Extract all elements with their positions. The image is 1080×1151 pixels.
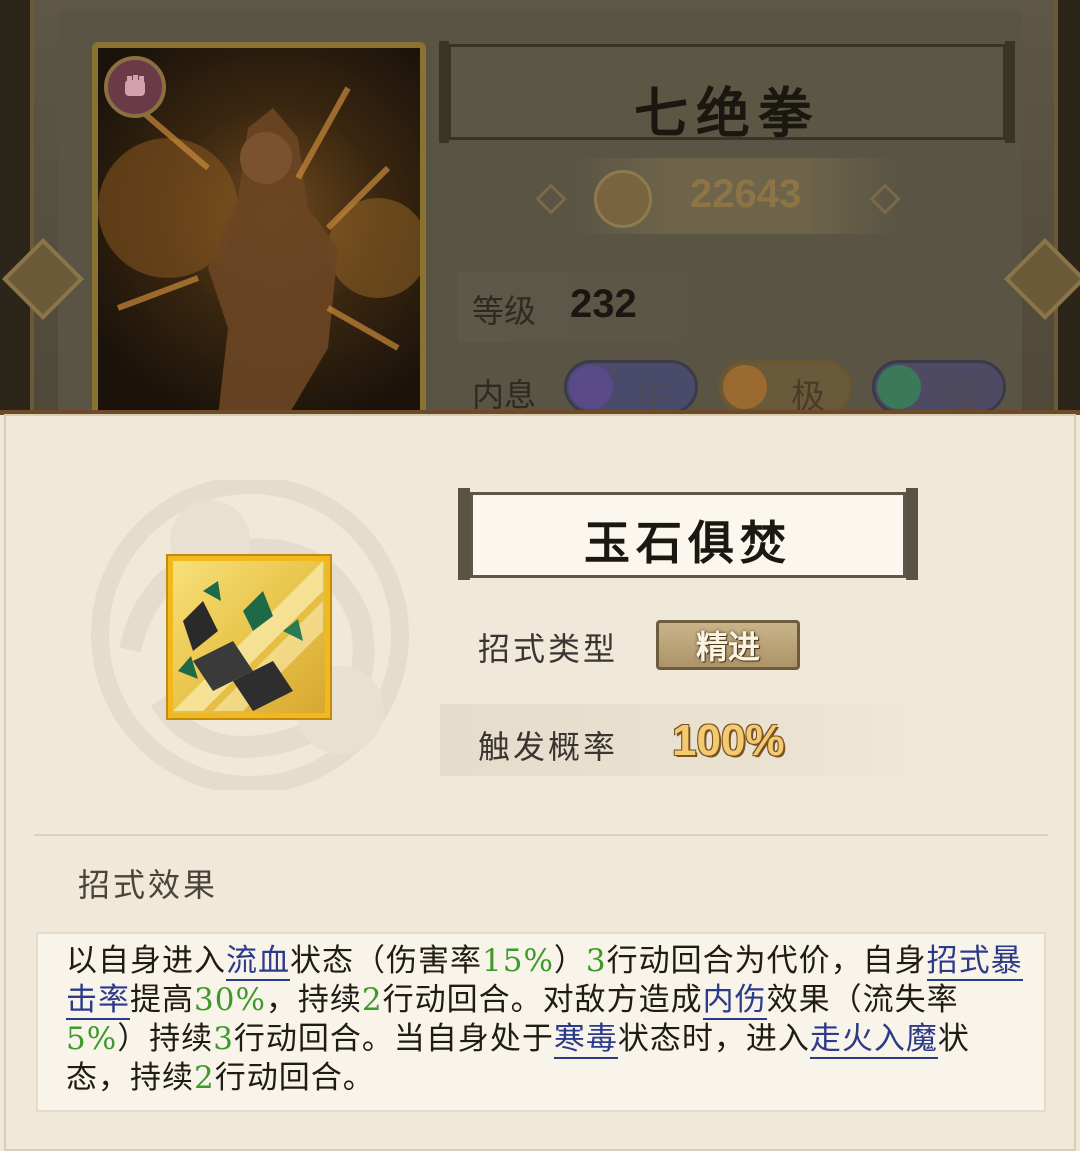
probability-value: 100% bbox=[672, 716, 785, 765]
title-bracket-right bbox=[906, 488, 918, 580]
effect-number: 2 bbox=[194, 1060, 215, 1096]
inner-pill-1[interactable]: 中 bbox=[564, 360, 698, 417]
probability-label: 触发概率 bbox=[478, 728, 619, 766]
ornament-icon bbox=[535, 183, 567, 215]
inner-pill-3[interactable]: 强 bbox=[872, 360, 1006, 417]
title-bracket-left bbox=[458, 488, 470, 580]
effect-number: 30% bbox=[194, 982, 266, 1018]
sword-emblem-icon bbox=[594, 170, 652, 228]
keyword-link-internal-injury[interactable]: 内伤 bbox=[702, 982, 767, 1020]
effect-text: 行动回合。 bbox=[214, 1060, 375, 1096]
type-label: 招式类型 bbox=[478, 630, 619, 668]
skill-icon bbox=[166, 554, 332, 720]
effect-text: 效果（流失率 bbox=[766, 982, 959, 1018]
section-divider bbox=[34, 834, 1048, 836]
level-label: 等级 bbox=[472, 292, 537, 330]
effect-number: 5% bbox=[66, 1021, 118, 1057]
effect-text: ） bbox=[553, 943, 586, 979]
moon-icon bbox=[569, 365, 613, 409]
effect-text: 以自身进入 bbox=[66, 943, 226, 979]
effect-number: 3 bbox=[585, 943, 607, 979]
effect-section-label: 招式效果 bbox=[78, 866, 219, 904]
effect-text: 状态（伤害率 bbox=[290, 943, 482, 979]
effect-text: 行动回合。当自身处于 bbox=[233, 1021, 554, 1057]
hero-name: 七绝拳 bbox=[634, 81, 820, 145]
effect-number: 15% bbox=[482, 943, 554, 979]
power-value: 22643 bbox=[690, 172, 802, 216]
effect-text: 状态时，进入 bbox=[617, 1021, 810, 1057]
fist-icon bbox=[104, 56, 166, 118]
sun-icon bbox=[723, 365, 767, 409]
type-badge: 精进 bbox=[656, 620, 800, 670]
effect-text: 提高 bbox=[130, 982, 194, 1018]
keyword-link-qi-deviation[interactable]: 走火入魔 bbox=[809, 1021, 938, 1059]
effect-text: ，持续 bbox=[265, 982, 362, 1018]
keyword-link-cold-poison[interactable]: 寒毒 bbox=[553, 1021, 618, 1059]
skill-title: 玉石俱焚 bbox=[584, 516, 792, 570]
ring-icon bbox=[877, 365, 921, 409]
skill-title-box: 玉石俱焚 bbox=[470, 492, 906, 578]
level-value: 232 bbox=[570, 282, 637, 326]
effect-text: 行动回合。对敌方造成 bbox=[382, 982, 703, 1018]
effect-description: 以自身进入流血状态（伤害率15%）3行动回合为代价，自身招式暴击率提高30%，持… bbox=[66, 942, 1026, 1098]
effect-text: 行动回合为代价，自身 bbox=[606, 943, 927, 979]
hero-name-box: 七绝拳 bbox=[439, 41, 1015, 145]
power-row: 22643 bbox=[470, 158, 990, 234]
keyword-link-bleed[interactable]: 流血 bbox=[226, 943, 290, 981]
effect-text: ）持续 bbox=[117, 1021, 214, 1057]
effect-number: 3 bbox=[213, 1021, 234, 1057]
effect-number: 2 bbox=[361, 982, 383, 1018]
inner-pill-2[interactable]: 极 bbox=[718, 360, 852, 417]
